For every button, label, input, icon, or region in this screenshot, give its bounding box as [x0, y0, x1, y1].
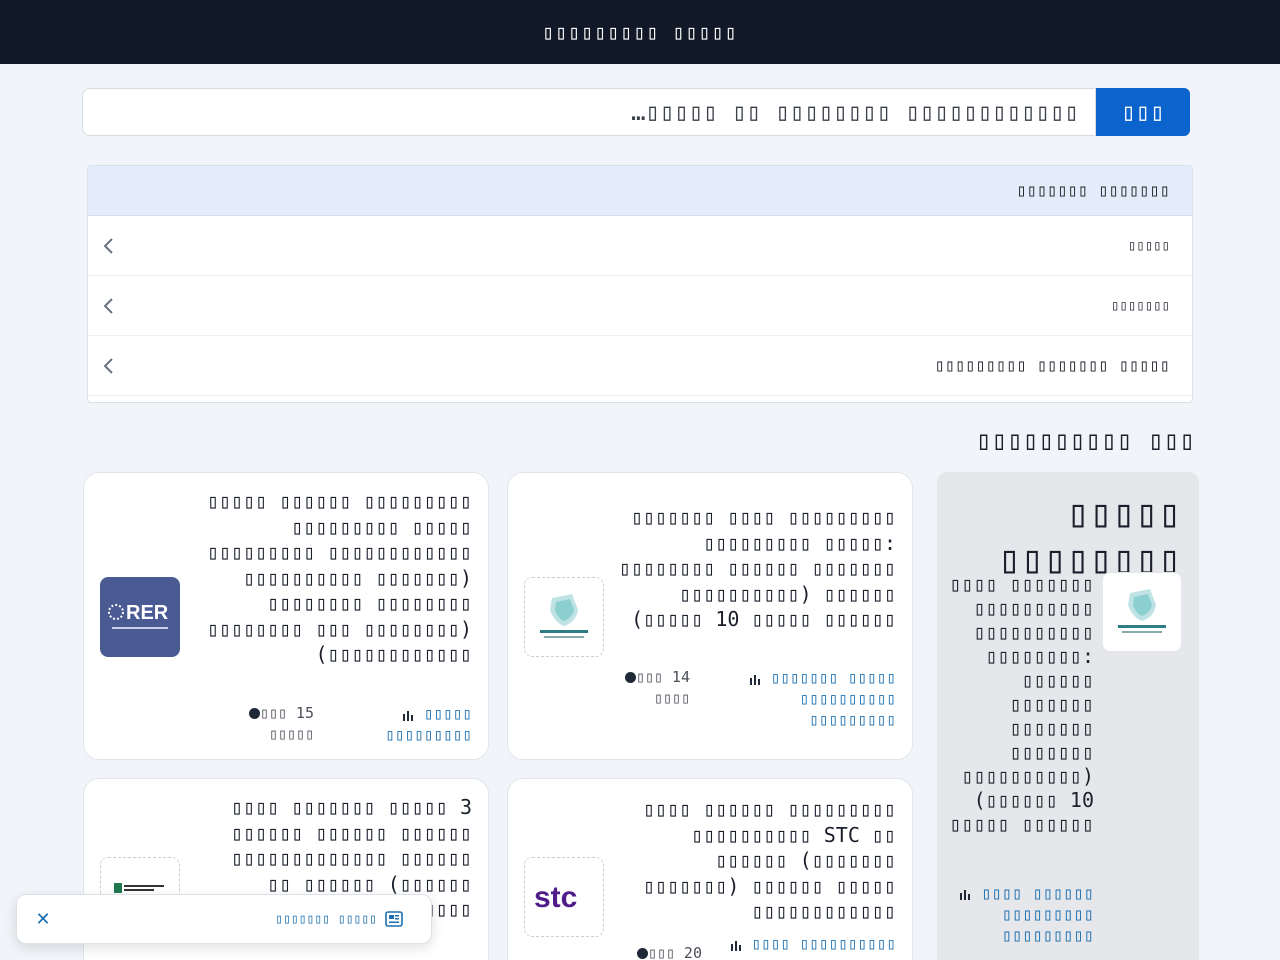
card-meta: ▯▯▯ 15 ▯▯▯▯▯ — [230, 703, 314, 745]
toast-text: ▯▯▯▯▯▯▯ ▯▯▯▯▯ — [275, 911, 377, 927]
featured-sidebar-card[interactable]: ▯▯▯▯▯ ▯▯▯▯▯▯▯▯ ▯▯▯▯ ▯▯▯▯▯▯▯ ▯▯▯▯▯▯▯▯▯▯ ▯… — [937, 472, 1199, 960]
chart-bar-icon — [730, 940, 741, 951]
category-label: ▯▯▯▯▯▯▯▯▯ ▯▯▯▯▯▯▯ ▯▯▯▯▯ — [934, 355, 1170, 376]
category-label: ▯▯▯▯▯ — [1127, 237, 1170, 254]
sidebar-category-link[interactable]: ▯▯▯▯ ▯▯▯▯▯▯ ▯▯▯▯▯▯▯▯▯ ▯▯▯▯▯▯▯▯▯ — [944, 884, 1094, 947]
search-bar: ▯▯▯ — [82, 88, 1190, 136]
card-title: ▯▯▯▯ ▯▯▯▯▯▯ ▯▯▯▯▯▯▯▯▯ ▯▯▯▯▯▯▯▯▯▯ STC ▯▯ … — [643, 797, 896, 923]
card-meta: ▯▯▯ 14 ▯▯▯▯ — [618, 667, 690, 709]
close-icon[interactable]: ✕ — [33, 909, 53, 930]
rer-logo: RER — [100, 577, 180, 657]
chevron-left-icon — [98, 296, 118, 316]
dot-icon — [636, 948, 648, 959]
news-card[interactable]: ▯▯▯▯▯ ▯▯▯▯▯▯ ▯▯▯▯▯▯▯▯▯ ▯▯▯▯▯▯▯▯▯ ▯▯▯▯▯ ▯… — [83, 472, 489, 760]
section-title: ▯▯▯▯▯▯▯▯▯▯ ▯▯▯ — [975, 426, 1195, 456]
svg-text:RER: RER — [126, 602, 169, 624]
chevron-left-icon — [98, 236, 118, 256]
stc-logo: stc — [524, 857, 604, 937]
category-label: ▯▯▯▯▯▯▯ — [1110, 297, 1170, 314]
card-link-label: ▯▯▯▯▯▯▯ ▯▯▯▯▯ ▯▯▯▯▯▯▯▯▯▯ ▯▯▯▯▯▯▯▯▯ — [770, 668, 896, 729]
chevron-left-icon — [98, 356, 118, 376]
dot-icon — [624, 672, 636, 683]
card-meta: ▯▯▯ 20 — [618, 943, 702, 960]
zatca-logo — [1102, 572, 1182, 652]
chart-bar-icon — [403, 710, 414, 721]
card-title: ▯▯▯▯▯ ▯▯▯▯▯▯ ▯▯▯▯▯▯▯▯▯ ▯▯▯▯▯▯▯▯▯ ▯▯▯▯▯ ▯… — [207, 489, 472, 666]
card-category-link[interactable]: ▯▯▯▯ ▯▯▯▯▯▯▯▯▯▯ — [720, 933, 896, 954]
chart-bar-icon — [960, 890, 971, 900]
zatca-logo — [524, 577, 604, 657]
top-bar: ▯▯▯▯▯▯▯▯▯ ▯▯▯▯▯ — [0, 0, 1280, 64]
card-link-label: ▯▯▯▯ ▯▯▯▯▯▯▯▯▯▯ — [751, 934, 897, 953]
newspaper-icon — [385, 911, 403, 927]
svg-text:stc: stc — [534, 881, 577, 914]
toast-link[interactable]: ▯▯▯▯▯▯▯ ▯▯▯▯▯ — [275, 911, 403, 927]
news-card[interactable]: ▯▯▯▯ ▯▯▯▯▯▯ ▯▯▯▯▯▯▯▯▯ ▯▯▯▯▯▯▯▯▯▯ STC ▯▯ … — [507, 778, 913, 960]
card-category-link[interactable]: ▯▯▯▯▯▯▯ ▯▯▯▯▯ ▯▯▯▯▯▯▯▯▯▯ ▯▯▯▯▯▯▯▯▯ — [720, 667, 896, 730]
news-card[interactable]: ▯▯▯▯▯▯▯ ▯▯▯▯ ▯▯▯▯▯▯▯▯▯ ▯▯▯▯▯▯▯▯▯ ▯▯▯▯▯: … — [507, 472, 913, 760]
card-time: ▯▯▯ — [287, 956, 314, 960]
categories-panel: ▯▯▯▯▯▯▯ ▯▯▯▯▯▯▯ ▯▯▯▯▯ ▯▯▯▯▯▯▯ ▯▯▯▯▯▯▯▯▯ … — [87, 165, 1193, 403]
card-time: ▯▯▯ 20 — [647, 944, 702, 960]
card-category-link[interactable]: ▯▯▯▯▯ — [352, 955, 472, 960]
floating-toast: ✕ ▯▯▯▯▯▯▯ ▯▯▯▯▯ — [16, 894, 432, 944]
sidebar-description: ▯▯▯▯ ▯▯▯▯▯▯▯ ▯▯▯▯▯▯▯▯▯▯ ▯▯▯▯▯▯▯▯▯▯ ▯▯▯▯▯… — [949, 572, 1095, 836]
categories-header: ▯▯▯▯▯▯▯ ▯▯▯▯▯▯▯ — [88, 166, 1192, 216]
chart-bar-icon — [750, 674, 761, 685]
sidebar-link-label: ▯▯▯▯ ▯▯▯▯▯▯ ▯▯▯▯▯▯▯▯▯ ▯▯▯▯▯▯▯▯▯ — [981, 884, 1094, 946]
card-title: ▯▯▯▯▯▯▯ ▯▯▯▯ ▯▯▯▯▯▯▯▯▯ ▯▯▯▯▯▯▯▯▯ ▯▯▯▯▯: … — [619, 505, 896, 631]
card-meta: ▯▯▯ — [254, 955, 314, 960]
category-item[interactable]: ▯▯▯▯▯▯▯ — [88, 276, 1192, 336]
category-item[interactable]: ▯▯▯▯▯ — [88, 216, 1192, 276]
site-title: ▯▯▯▯▯▯▯▯▯ ▯▯▯▯▯ — [542, 20, 738, 44]
card-category-link[interactable]: ▯▯▯▯▯ ▯▯▯▯▯▯▯▯▯ — [372, 703, 472, 745]
card-link-label: ▯▯▯▯▯ — [424, 956, 472, 960]
sidebar-heading: ▯▯▯▯▯ ▯▯▯▯▯▯▯▯ — [997, 491, 1181, 581]
search-input[interactable] — [82, 88, 1096, 136]
card-time: ▯▯▯ 15 ▯▯▯▯▯ — [259, 704, 314, 743]
search-button[interactable]: ▯▯▯ — [1096, 88, 1190, 136]
card-time: ▯▯▯ 14 ▯▯▯▯ — [635, 668, 690, 707]
dot-icon — [248, 708, 260, 719]
card-link-label: ▯▯▯▯▯ ▯▯▯▯▯▯▯▯▯ — [385, 704, 472, 744]
category-item[interactable]: ▯▯▯▯▯▯▯▯▯ ▯▯▯▯▯▯▯ ▯▯▯▯▯ — [88, 336, 1192, 396]
